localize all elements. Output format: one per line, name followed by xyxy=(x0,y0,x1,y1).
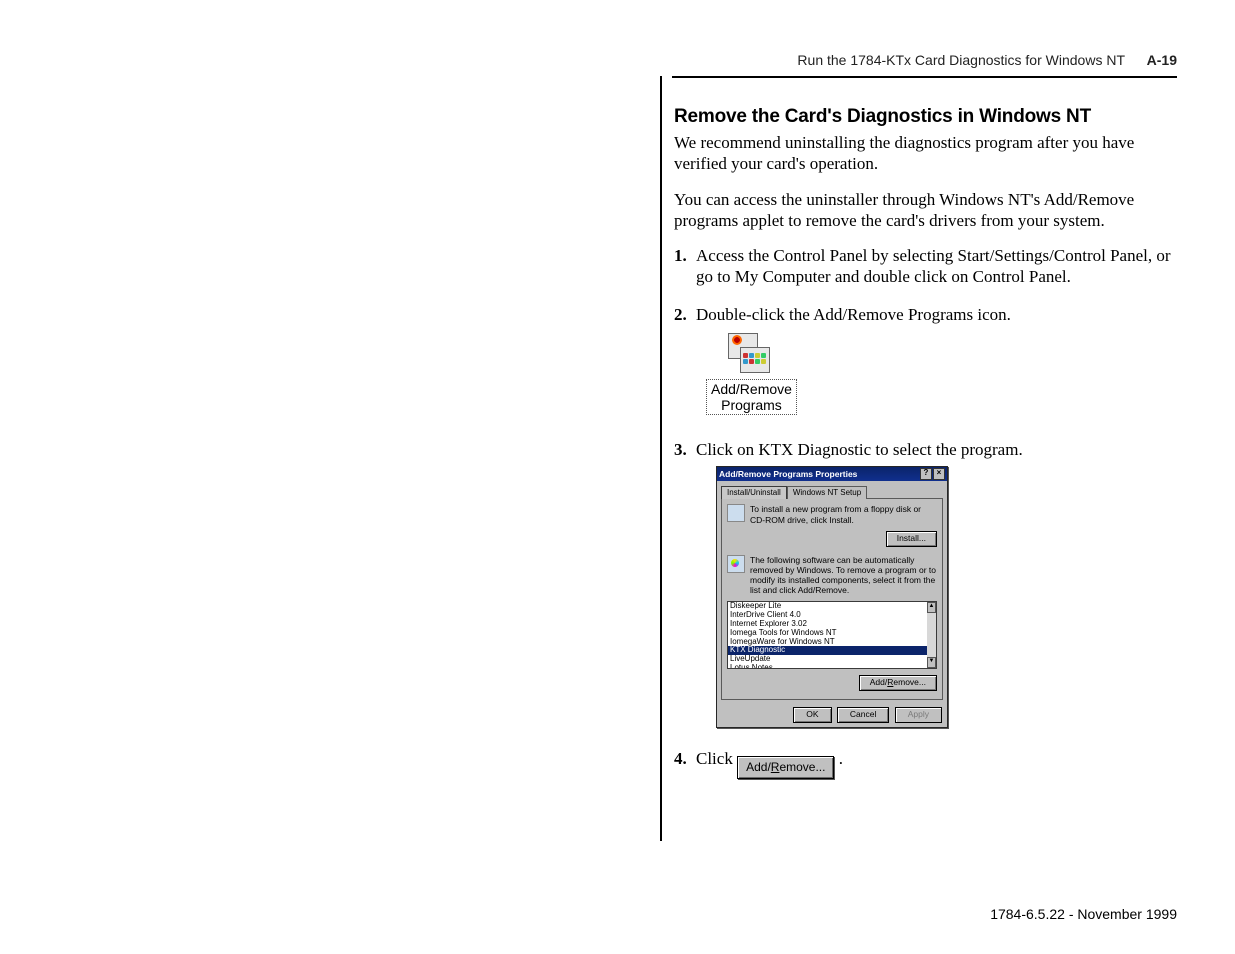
intro-paragraph-2: You can access the uninstaller through W… xyxy=(674,189,1176,232)
step-4-text-pre: Click xyxy=(696,749,737,768)
add-remove-icon-label: Add/Remove Programs xyxy=(706,379,797,415)
step-number: 4. xyxy=(674,748,696,779)
footer: 1784-6.5.22 - November 1999 xyxy=(990,906,1177,922)
page-number: A-19 xyxy=(1147,52,1177,68)
running-header: Run the 1784-KTx Card Diagnostics for Wi… xyxy=(797,52,1177,68)
dialog-title: Add/Remove Programs Properties xyxy=(719,469,919,480)
step-4-text-post: . xyxy=(839,749,843,768)
running-head-text: Run the 1784-KTx Card Diagnostics for Wi… xyxy=(797,52,1124,68)
uninstall-blurb: The following software can be automatica… xyxy=(750,555,937,596)
step-1-text: Access the Control Panel by selecting St… xyxy=(696,245,1176,288)
help-button[interactable]: ? xyxy=(920,468,932,480)
step-3-text: Click on KTX Diagnostic to select the pr… xyxy=(696,439,1176,460)
close-button[interactable]: × xyxy=(933,468,945,480)
tab-panel: To install a new program from a floppy d… xyxy=(721,498,943,700)
list-item[interactable]: Lotus Notes xyxy=(728,664,927,668)
step-2-text: Double-click the Add/Remove Programs ico… xyxy=(696,304,1176,325)
tab-windows-nt-setup[interactable]: Windows NT Setup xyxy=(787,486,867,499)
section-title: Remove the Card's Diagnostics in Windows… xyxy=(674,106,1176,128)
install-blurb: To install a new program from a floppy d… xyxy=(750,504,937,524)
dialog-titlebar[interactable]: Add/Remove Programs Properties ? × xyxy=(717,467,947,481)
step-number: 3. xyxy=(674,439,696,732)
add-remove-icon-graphic xyxy=(728,333,774,377)
scroll-down-icon[interactable]: ▼ xyxy=(927,657,936,668)
ok-button[interactable]: OK xyxy=(793,707,831,723)
header-rule xyxy=(672,76,1177,78)
scrollbar[interactable]: ▲ ▼ xyxy=(927,602,936,668)
install-button[interactable]: Install... xyxy=(886,531,937,547)
step-number: 1. xyxy=(674,245,696,288)
step-number: 2. xyxy=(674,304,696,424)
vertical-rule xyxy=(660,76,662,841)
scroll-up-icon[interactable]: ▲ xyxy=(927,602,936,613)
intro-paragraph-1: We recommend uninstalling the diagnostic… xyxy=(674,132,1176,175)
add-remove-button[interactable]: Add/Remove... xyxy=(859,675,937,691)
apply-button[interactable]: Apply xyxy=(895,707,942,723)
cancel-button[interactable]: Cancel xyxy=(837,707,889,723)
add-remove-inline-button[interactable]: Add/Remove... xyxy=(737,756,834,779)
programs-listbox[interactable]: Diskeeper LiteInterDrive Client 4.0Inter… xyxy=(727,601,937,669)
uninstall-icon xyxy=(727,555,745,573)
add-remove-properties-dialog: Add/Remove Programs Properties ? × Insta… xyxy=(716,466,948,728)
add-remove-programs-icon[interactable]: Add/Remove Programs xyxy=(706,333,796,415)
tab-install-uninstall[interactable]: Install/Uninstall xyxy=(721,486,787,499)
install-icon xyxy=(727,504,745,522)
